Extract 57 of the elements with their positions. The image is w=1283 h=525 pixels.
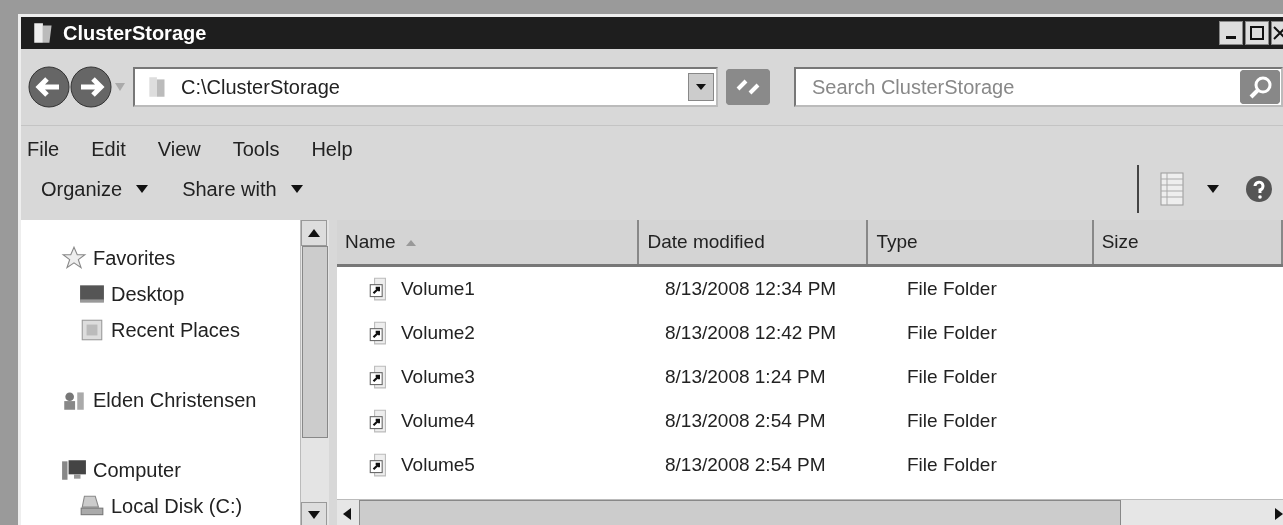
down-arrow-icon [308,511,320,519]
scroll-up-button[interactable] [301,220,327,246]
minimize-button[interactable] [1219,21,1243,45]
sort-arrow-icon [405,238,416,246]
close-icon [1272,26,1283,40]
computer-icon [61,457,87,483]
dropdown-button[interactable] [688,73,714,101]
refresh-button[interactable] [726,69,770,105]
search-field[interactable]: Search ClusterStorage [810,68,1240,106]
sidebar-item[interactable]: Favorites [61,240,300,276]
table-cell: 8/13/2008 12:42 PM [665,322,837,344]
maximize-button[interactable] [1245,21,1269,45]
up-arrow-icon [308,229,320,237]
view-caret-icon[interactable] [1207,185,1219,193]
search-box[interactable]: Search ClusterStorage [794,67,1283,107]
toolbar-button[interactable]: Organize [41,177,149,201]
sidebar-item[interactable]: Local Disk (C:) [79,488,300,524]
address-field[interactable]: C:\ClusterStorage [179,68,680,106]
table-cell: File Folder [907,322,997,344]
file-name[interactable]: Volume1 [401,278,475,300]
minimize-icon [1226,35,1236,39]
menu-item[interactable]: Help [309,136,355,162]
toolbar-button[interactable]: Share with [182,177,303,201]
table-cell: File Folder [907,410,997,432]
file-name[interactable]: Volume2 [401,322,475,344]
window-title: ClusterStorage [63,21,208,45]
table-cell: File Folder [907,366,997,388]
sidebar-item[interactable]: Recent Places [79,312,300,348]
horizontal-scrollbar[interactable] [337,499,1283,525]
maximize-icon [1250,26,1264,40]
table-cell: 8/13/2008 1:24 PM [665,366,826,388]
table-cell: File Folder [907,278,997,300]
sidebar-item[interactable]: Desktop [79,276,300,312]
forward-button[interactable] [69,65,113,109]
help-icon[interactable] [1245,175,1273,203]
table-cell: 8/13/2008 2:54 PM [665,410,826,432]
scrollbar[interactable] [300,220,329,525]
back-button[interactable] [27,65,71,109]
address-bar[interactable]: C:\ClusterStorage [133,67,718,107]
caret-icon [290,185,303,193]
menu-item[interactable]: Tools [230,136,282,162]
sidebar-item[interactable]: Computer [61,452,300,488]
menu-item[interactable]: File [25,136,62,162]
file-name[interactable]: Volume4 [401,410,475,432]
file-name[interactable]: Volume3 [401,366,475,388]
menu-item[interactable]: Edit [89,136,128,162]
file-name[interactable]: Volume5 [401,454,475,476]
table-cell: File Folder [907,454,997,476]
table-cell: 8/13/2008 2:54 PM [665,454,826,476]
scroll-down-button[interactable] [301,502,327,525]
sidebar-item[interactable]: Elden Christensen [61,382,300,418]
star-icon [61,245,87,271]
menu-item[interactable]: View [155,136,203,162]
search-icon[interactable] [1240,70,1280,104]
table-cell: 8/13/2008 12:34 PM [665,278,837,300]
caret-icon [136,185,149,193]
close-button[interactable] [1271,21,1283,45]
